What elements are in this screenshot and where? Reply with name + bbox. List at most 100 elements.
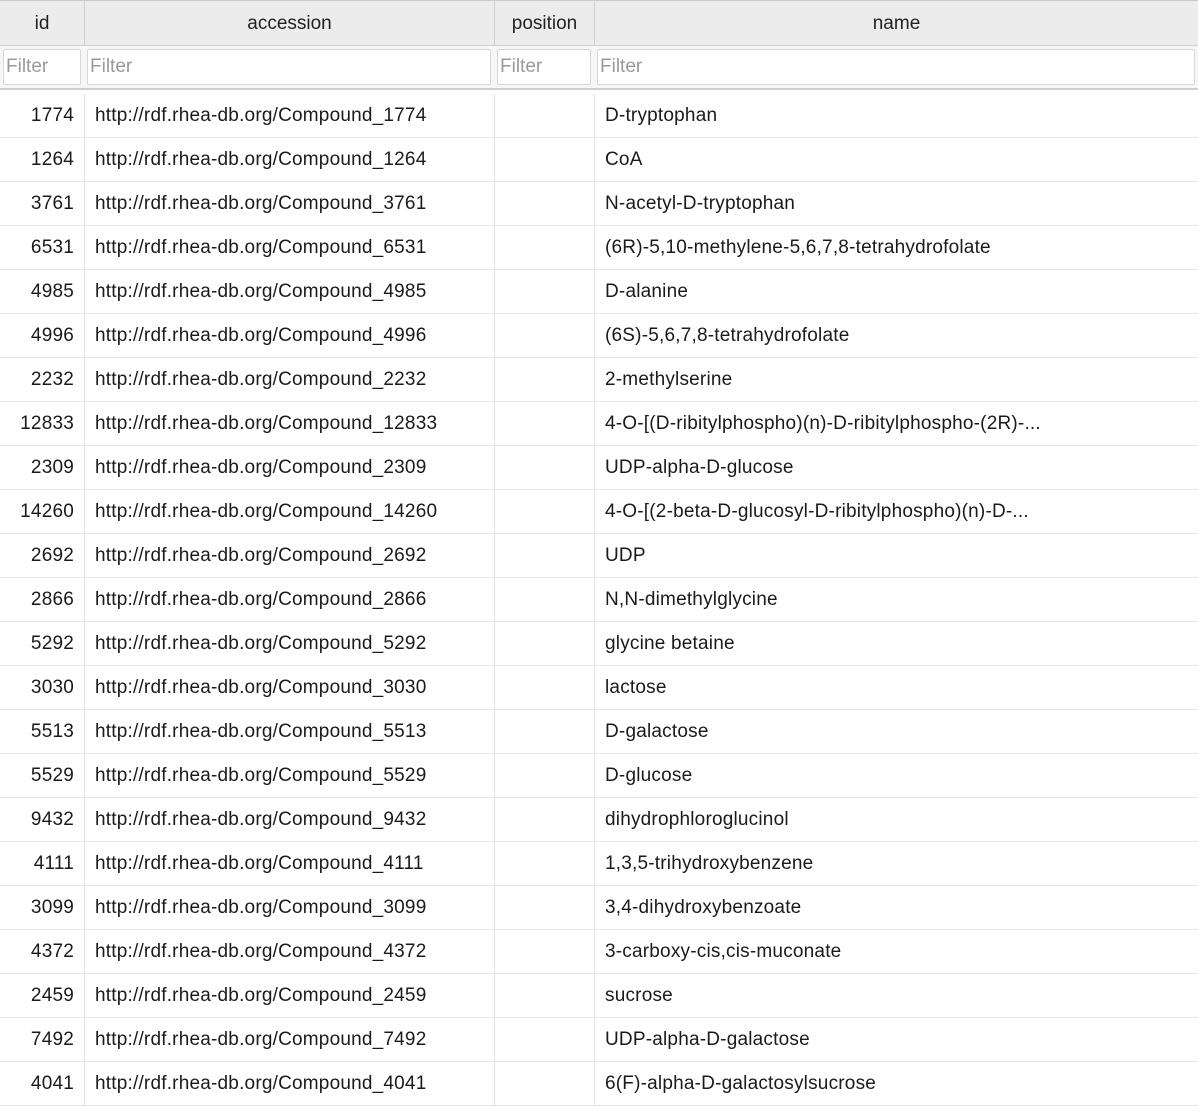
column-header-position[interactable]: position [494, 1, 594, 45]
cell-id[interactable]: 5529 [0, 754, 84, 797]
cell-name[interactable]: 2-methylserine [594, 358, 1198, 401]
column-header-id[interactable]: id [0, 1, 84, 45]
filter-input-id[interactable] [3, 49, 81, 85]
table-row[interactable]: 5529 http://rdf.rhea-db.org/Compound_5529… [0, 754, 1198, 798]
table-row[interactable]: 4996 http://rdf.rhea-db.org/Compound_4996… [0, 314, 1198, 358]
cell-name[interactable]: (6R)-5,10-methylene-5,6,7,8-tetrahydrofo… [594, 226, 1198, 269]
cell-position[interactable] [494, 666, 594, 709]
cell-position[interactable] [494, 402, 594, 445]
cell-name[interactable]: 4-O-[(2-beta-D-glucosyl-D-ribitylphospho… [594, 490, 1198, 533]
cell-position[interactable] [494, 182, 594, 225]
cell-id[interactable]: 4372 [0, 930, 84, 973]
cell-id[interactable]: 4996 [0, 314, 84, 357]
table-row[interactable]: 4041 http://rdf.rhea-db.org/Compound_4041… [0, 1062, 1198, 1106]
cell-id[interactable]: 3030 [0, 666, 84, 709]
column-header-name[interactable]: name [594, 1, 1198, 45]
cell-name[interactable]: CoA [594, 138, 1198, 181]
cell-accession[interactable]: http://rdf.rhea-db.org/Compound_14260 [84, 490, 494, 533]
cell-accession[interactable]: http://rdf.rhea-db.org/Compound_6531 [84, 226, 494, 269]
cell-accession[interactable]: http://rdf.rhea-db.org/Compound_3099 [84, 886, 494, 929]
table-row[interactable]: 4985 http://rdf.rhea-db.org/Compound_4985… [0, 270, 1198, 314]
cell-accession[interactable]: http://rdf.rhea-db.org/Compound_5529 [84, 754, 494, 797]
cell-id[interactable]: 5513 [0, 710, 84, 753]
table-row[interactable]: 12833 http://rdf.rhea-db.org/Compound_128… [0, 402, 1198, 446]
cell-id[interactable]: 2309 [0, 446, 84, 489]
cell-id[interactable]: 1774 [0, 94, 84, 137]
cell-name[interactable]: 1,3,5-trihydroxybenzene [594, 842, 1198, 885]
cell-accession[interactable]: http://rdf.rhea-db.org/Compound_2866 [84, 578, 494, 621]
cell-accession[interactable]: http://rdf.rhea-db.org/Compound_7492 [84, 1018, 494, 1061]
filter-input-accession[interactable] [87, 49, 491, 85]
table-row[interactable]: 7492 http://rdf.rhea-db.org/Compound_7492… [0, 1018, 1198, 1062]
cell-position[interactable] [494, 138, 594, 181]
cell-position[interactable] [494, 226, 594, 269]
table-row[interactable]: 2866 http://rdf.rhea-db.org/Compound_2866… [0, 578, 1198, 622]
cell-position[interactable] [494, 1062, 594, 1105]
cell-name[interactable]: 6(F)-alpha-D-galactosylsucrose [594, 1062, 1198, 1105]
cell-position[interactable] [494, 886, 594, 929]
cell-name[interactable]: UDP-alpha-D-glucose [594, 446, 1198, 489]
column-header-accession[interactable]: accession [84, 1, 494, 45]
cell-id[interactable]: 3761 [0, 182, 84, 225]
table-row[interactable]: 3099 http://rdf.rhea-db.org/Compound_3099… [0, 886, 1198, 930]
cell-position[interactable] [494, 314, 594, 357]
cell-position[interactable] [494, 754, 594, 797]
cell-accession[interactable]: http://rdf.rhea-db.org/Compound_1774 [84, 94, 494, 137]
cell-name[interactable]: 3,4-dihydroxybenzoate [594, 886, 1198, 929]
cell-accession[interactable]: http://rdf.rhea-db.org/Compound_4985 [84, 270, 494, 313]
cell-position[interactable] [494, 490, 594, 533]
table-row[interactable]: 1774 http://rdf.rhea-db.org/Compound_1774… [0, 94, 1198, 138]
cell-position[interactable] [494, 622, 594, 665]
cell-name[interactable]: sucrose [594, 974, 1198, 1017]
cell-name[interactable]: 3-carboxy-cis,cis-muconate [594, 930, 1198, 973]
table-row[interactable]: 2232 http://rdf.rhea-db.org/Compound_2232… [0, 358, 1198, 402]
table-row[interactable]: 14260 http://rdf.rhea-db.org/Compound_142… [0, 490, 1198, 534]
table-row[interactable]: 5513 http://rdf.rhea-db.org/Compound_5513… [0, 710, 1198, 754]
cell-name[interactable]: D-galactose [594, 710, 1198, 753]
cell-position[interactable] [494, 446, 594, 489]
table-row[interactable]: 9432 http://rdf.rhea-db.org/Compound_9432… [0, 798, 1198, 842]
cell-accession[interactable]: http://rdf.rhea-db.org/Compound_2692 [84, 534, 494, 577]
cell-id[interactable]: 3099 [0, 886, 84, 929]
table-row[interactable]: 3030 http://rdf.rhea-db.org/Compound_3030… [0, 666, 1198, 710]
cell-id[interactable]: 4111 [0, 842, 84, 885]
cell-name[interactable]: D-alanine [594, 270, 1198, 313]
filter-input-name[interactable] [597, 49, 1195, 85]
cell-position[interactable] [494, 798, 594, 841]
cell-name[interactable]: D-tryptophan [594, 94, 1198, 137]
cell-accession[interactable]: http://rdf.rhea-db.org/Compound_9432 [84, 798, 494, 841]
cell-id[interactable]: 2232 [0, 358, 84, 401]
cell-accession[interactable]: http://rdf.rhea-db.org/Compound_4372 [84, 930, 494, 973]
cell-name[interactable]: 4-O-[(D-ribitylphospho)(n)-D-ribitylphos… [594, 402, 1198, 445]
cell-id[interactable]: 5292 [0, 622, 84, 665]
cell-accession[interactable]: http://rdf.rhea-db.org/Compound_2309 [84, 446, 494, 489]
cell-accession[interactable]: http://rdf.rhea-db.org/Compound_2232 [84, 358, 494, 401]
cell-name[interactable]: glycine betaine [594, 622, 1198, 665]
cell-accession[interactable]: http://rdf.rhea-db.org/Compound_3030 [84, 666, 494, 709]
cell-position[interactable] [494, 974, 594, 1017]
cell-id[interactable]: 9432 [0, 798, 84, 841]
cell-position[interactable] [494, 358, 594, 401]
cell-position[interactable] [494, 1018, 594, 1061]
cell-id[interactable]: 2459 [0, 974, 84, 1017]
filter-input-position[interactable] [497, 49, 591, 85]
cell-accession[interactable]: http://rdf.rhea-db.org/Compound_5513 [84, 710, 494, 753]
cell-name[interactable]: lactose [594, 666, 1198, 709]
table-row[interactable]: 3761 http://rdf.rhea-db.org/Compound_3761… [0, 182, 1198, 226]
cell-id[interactable]: 4985 [0, 270, 84, 313]
cell-position[interactable] [494, 710, 594, 753]
cell-id[interactable]: 2692 [0, 534, 84, 577]
cell-id[interactable]: 7492 [0, 1018, 84, 1061]
cell-accession[interactable]: http://rdf.rhea-db.org/Compound_12833 [84, 402, 494, 445]
cell-position[interactable] [494, 270, 594, 313]
cell-accession[interactable]: http://rdf.rhea-db.org/Compound_4041 [84, 1062, 494, 1105]
cell-position[interactable] [494, 842, 594, 885]
cell-accession[interactable]: http://rdf.rhea-db.org/Compound_4996 [84, 314, 494, 357]
table-row[interactable]: 2309 http://rdf.rhea-db.org/Compound_2309… [0, 446, 1198, 490]
table-row[interactable]: 6531 http://rdf.rhea-db.org/Compound_6531… [0, 226, 1198, 270]
cell-id[interactable]: 1264 [0, 138, 84, 181]
table-row[interactable]: 2459 http://rdf.rhea-db.org/Compound_2459… [0, 974, 1198, 1018]
cell-id[interactable]: 14260 [0, 490, 84, 533]
cell-position[interactable] [494, 94, 594, 137]
cell-position[interactable] [494, 930, 594, 973]
